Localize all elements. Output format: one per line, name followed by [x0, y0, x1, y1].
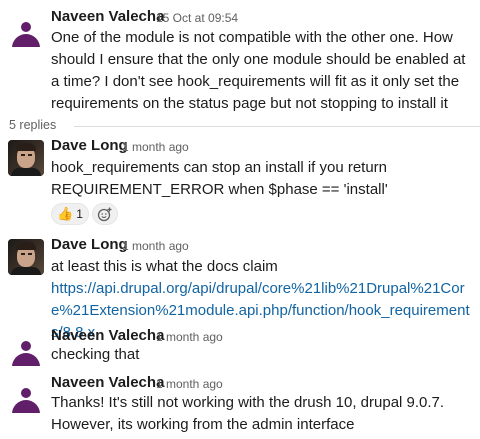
divider — [74, 126, 480, 127]
user-silhouette-icon — [21, 341, 31, 351]
author-name[interactable]: Naveen Valecha — [51, 374, 164, 391]
avatar[interactable] — [8, 330, 44, 366]
reaction-count: 1 — [76, 207, 83, 221]
message-text: Thanks! It's still not working with the … — [51, 394, 445, 433]
reaction-pill[interactable]: 👍 1 — [51, 203, 89, 225]
avatar[interactable] — [8, 140, 44, 176]
add-reaction-button[interactable] — [92, 203, 118, 225]
avatar[interactable] — [8, 377, 44, 413]
replies-count: 5 replies — [9, 118, 57, 132]
author-name[interactable]: Dave Long — [51, 137, 128, 154]
avatar[interactable] — [8, 11, 44, 47]
timestamp[interactable]: 1 month ago — [122, 239, 189, 253]
message-text-line: at least this is what the docs claim — [51, 258, 278, 275]
timestamp[interactable]: 1 month ago — [156, 330, 223, 344]
user-silhouette-icon — [21, 22, 31, 32]
avatar[interactable] — [8, 239, 44, 275]
thumbs-up-icon: 👍 — [57, 206, 74, 221]
message-text: hook_requirements can stop an install if… — [51, 159, 388, 198]
timestamp[interactable]: 1 month ago — [122, 140, 189, 154]
author-name[interactable]: Naveen Valecha — [51, 8, 164, 25]
add-emoji-icon — [97, 207, 112, 222]
message-text: One of the module is not compatible with… — [51, 29, 466, 112]
author-name[interactable]: Dave Long — [51, 236, 128, 253]
timestamp[interactable]: 1 month ago — [156, 377, 223, 391]
user-silhouette-icon — [21, 388, 31, 398]
author-name[interactable]: Naveen Valecha — [51, 327, 164, 344]
timestamp[interactable]: 15 Oct at 09:54 — [156, 11, 238, 25]
message-text: checking that — [51, 346, 140, 363]
